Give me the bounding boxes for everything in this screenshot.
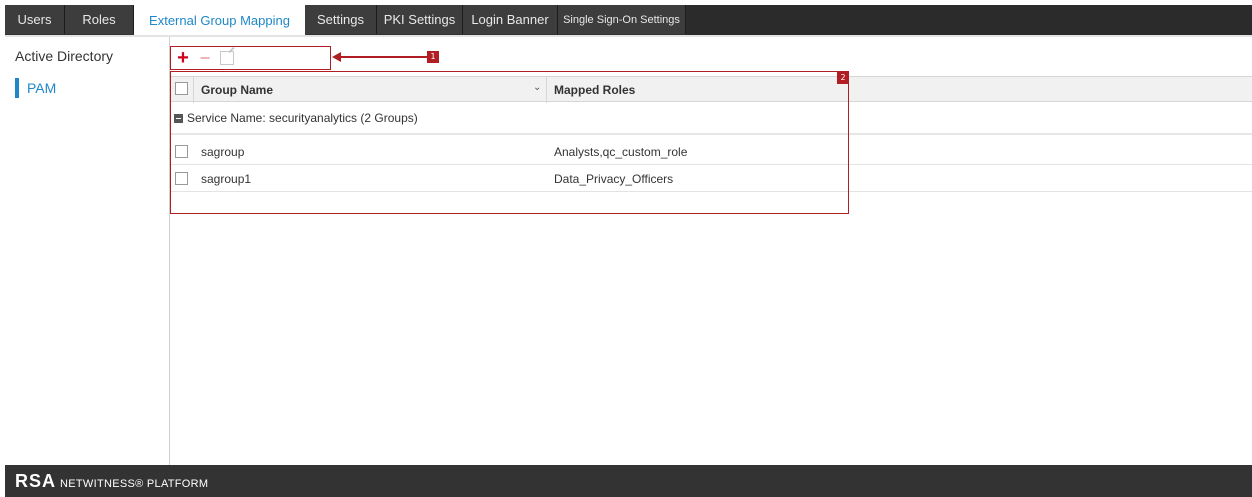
- tab-external-group-mapping[interactable]: External Group Mapping: [134, 5, 305, 35]
- tab-bar-fill: [686, 5, 1252, 35]
- callout-number-2: 2: [837, 72, 849, 84]
- tab-bar: Users Roles External Group Mapping Setti…: [5, 5, 1252, 35]
- tab-users[interactable]: Users: [5, 5, 65, 34]
- tab-settings[interactable]: Settings: [305, 5, 377, 34]
- brand-logo: RSA NETWITNESS® PLATFORM: [15, 471, 208, 492]
- tab-single-sign-on-settings[interactable]: Single Sign-On Settings: [558, 5, 686, 34]
- tab-roles[interactable]: Roles: [65, 5, 134, 34]
- nav-active-marker: [15, 78, 19, 98]
- callout-arrow-line: [340, 56, 427, 58]
- brand-netwitness: NETWITNESS® PLATFORM: [60, 477, 209, 490]
- callout-number-1: 1: [427, 51, 439, 63]
- callout-box-toolbar: [170, 46, 331, 70]
- nav-item-pam[interactable]: PAM: [27, 80, 56, 96]
- footer: RSA NETWITNESS® PLATFORM: [5, 465, 1252, 497]
- tab-login-banner[interactable]: Login Banner: [463, 5, 558, 34]
- left-nav: Active Directory PAM: [5, 37, 170, 465]
- tab-pki-settings[interactable]: PKI Settings: [377, 5, 463, 34]
- nav-item-active-directory[interactable]: Active Directory: [15, 48, 113, 64]
- brand-rsa: RSA: [15, 470, 57, 491]
- callout-box-grid: [170, 71, 849, 214]
